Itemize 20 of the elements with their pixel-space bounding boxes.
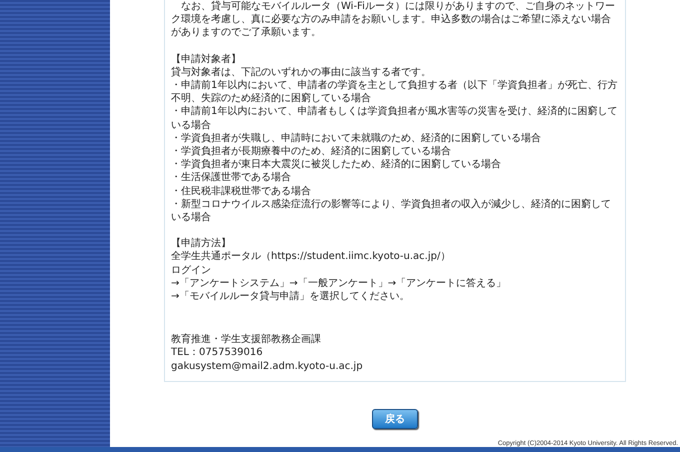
contact-text: TEL：0757539016: [171, 346, 264, 360]
section-heading: 【申請方法】: [171, 237, 232, 250]
intro-paragraph: なお、貸与可能なモバイルルータ（Wi-Fiルータ）には限りがありますので、ご自身のネットワーク環境を考慮し、真に必要な方のみ申請をお願いします。申込多数の場合はご希望に添えない場合がありますのでご了承願います。: [171, 0, 616, 40]
body-text: ・新型コロナウイルス感染症流行の影響等により、学資負担者の収入が減少し、経済的に困窮している場合: [171, 198, 612, 224]
section-heading: 【申請対象者】: [171, 52, 242, 66]
body-text: ・生活保護世帯である場合: [171, 171, 292, 185]
body-text: →「モバイルルータ貸与申請」を選択してください。: [171, 290, 410, 304]
body-text: 全学生共通ポータル（https://student.iimc.kyoto-u.ac.jp/）: [171, 250, 452, 264]
contact-text: 教育推進・学生支援部教務企画課: [171, 333, 322, 346]
body-text: ・申請前1年以内において、申請者もしくは学資負担者が風水害等の災害を受け、経済的に困窮している場合: [171, 105, 618, 132]
body-text: ログイン: [171, 264, 212, 277]
body-text: ・住民税非課税世帯である場合: [171, 184, 312, 198]
back-button[interactable]: 戻る: [372, 409, 418, 429]
body-text: ・学資負担者が長期療養中のため、経済的に困窮している場合: [171, 145, 452, 158]
body-text: ・学資負担者が東日本大震災に被災したため、経済的に困窮している場合: [171, 158, 502, 172]
contact-text: gakusystem@mail2.adm.kyoto-u.ac.jp: [171, 360, 364, 373]
body-text: ・申請前1年以内において、申請者の学資を主として負担する者（以下「学資負担者」が死亡、行方不明、失踪のため経済的に困窮している場合: [171, 79, 618, 106]
body-text: 貸与対象者は、下記のいずれかの事由に該当する者です。: [171, 66, 432, 80]
body-text: →「アンケートシステム」→「一般アンケート」→「アンケートに答える」: [171, 276, 508, 290]
body-text: ・学資負担者が失職し、申請時において未就職のため、経済的に困窮している場合: [171, 132, 542, 146]
